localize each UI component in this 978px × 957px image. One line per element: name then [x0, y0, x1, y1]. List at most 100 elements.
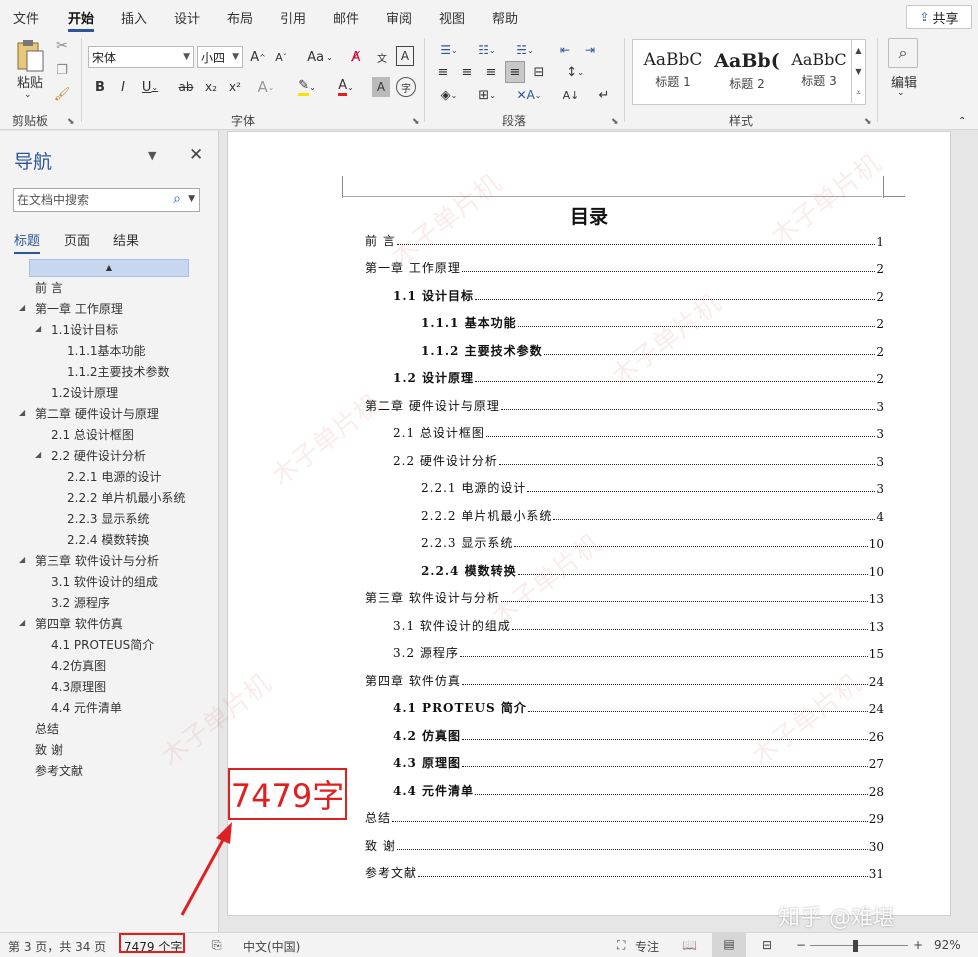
tab-review[interactable]: 审阅: [386, 8, 412, 27]
nav-heading-item[interactable]: 2.2.2 单片机最小系统: [67, 489, 185, 506]
styles-scroll-up-icon[interactable]: ▲: [851, 40, 865, 61]
toc-entry[interactable]: 1.1 设计目标 2: [393, 286, 884, 304]
proofing-icon[interactable]: ⎘: [212, 938, 222, 953]
decrease-indent-icon[interactable]: ⇤: [555, 40, 575, 60]
toc-entry[interactable]: 2.1 总设计框图 3: [393, 423, 884, 441]
tab-design[interactable]: 设计: [174, 8, 200, 27]
nav-tab-headings[interactable]: 标题: [14, 230, 41, 254]
read-mode-icon[interactable]: 📖: [682, 938, 697, 952]
toc-entry[interactable]: 1.1.1 基本功能 2: [421, 313, 884, 331]
toc-entry[interactable]: 致 谢 30: [365, 836, 884, 854]
language-indicator[interactable]: 中文(中国): [243, 938, 300, 955]
toc-entry[interactable]: 4.2 仿真图 26: [393, 726, 884, 744]
distributed-icon[interactable]: ⊟: [530, 62, 548, 82]
nav-search-box[interactable]: ⌕ ▼: [13, 188, 200, 212]
paste-button[interactable]: 粘贴: [12, 72, 48, 91]
superscript-icon[interactable]: x²: [227, 77, 243, 97]
style-heading-2[interactable]: AaBb( 标题 2: [711, 44, 783, 100]
search-input[interactable]: [14, 189, 154, 211]
nav-heading-item[interactable]: 参考文献: [35, 762, 83, 779]
font-color-icon[interactable]: A ⌄: [333, 77, 359, 97]
nav-heading-item[interactable]: 1.2设计原理: [51, 384, 118, 401]
tab-mailings[interactable]: 邮件: [333, 8, 359, 27]
focus-button[interactable]: 专注: [635, 938, 659, 955]
nav-heading-item[interactable]: 总结: [35, 720, 59, 737]
toc-entry[interactable]: 2.2 硬件设计分析 3: [393, 451, 884, 469]
expand-triangle-icon[interactable]: ◢: [19, 618, 25, 627]
toc-entry[interactable]: 3.1 软件设计的组成 13: [393, 616, 884, 634]
toc-entry[interactable]: 1.1.2 主要技术参数 2: [421, 341, 884, 359]
align-right-icon[interactable]: ≡: [482, 62, 500, 82]
change-case-button[interactable]: Aa ⌄: [302, 46, 338, 68]
grow-font-icon[interactable]: A ^: [248, 46, 268, 68]
align-left-icon[interactable]: ≡: [434, 62, 452, 82]
tab-home[interactable]: 开始: [68, 8, 95, 32]
subscript-icon[interactable]: x₂: [203, 77, 219, 97]
clear-format-icon[interactable]: A̸: [346, 46, 366, 68]
shading-icon[interactable]: ◈ ⌄: [434, 85, 464, 105]
cut-icon[interactable]: ✂: [54, 38, 70, 54]
nav-tab-results[interactable]: 结果: [113, 230, 139, 249]
nav-heading-item[interactable]: 2.2.4 模数转换: [67, 531, 149, 548]
nav-heading-item[interactable]: 致 谢: [35, 741, 63, 758]
enclose-char-icon[interactable]: 字: [396, 77, 416, 97]
nav-heading-item[interactable]: 4.1 PROTEUS简介: [51, 636, 154, 653]
toc-entry[interactable]: 2.2.3 显示系统 10: [421, 533, 884, 551]
style-heading-3[interactable]: AaBbC 标题 3: [783, 44, 855, 100]
toc-entry[interactable]: 2.2.2 单片机最小系统 4: [421, 506, 884, 524]
expand-triangle-icon[interactable]: ◢: [35, 324, 41, 333]
toc-entry[interactable]: 第三章 软件设计与分析 13: [365, 588, 884, 606]
toc-entry[interactable]: 1.2 设计原理 2: [393, 368, 884, 386]
paste-icon[interactable]: [12, 38, 48, 74]
multilevel-list-icon[interactable]: ☵ ⌄: [510, 40, 540, 60]
nav-heading-item[interactable]: 3.2 源程序: [51, 594, 110, 611]
tab-references[interactable]: 引用: [280, 8, 306, 27]
tab-layout[interactable]: 布局: [227, 8, 253, 27]
text-effects-icon[interactable]: A ⌄: [254, 77, 278, 97]
zoom-out-button[interactable]: −: [796, 938, 806, 952]
font-launcher-icon[interactable]: ⬊: [412, 117, 420, 127]
tab-insert[interactable]: 插入: [121, 8, 147, 27]
nav-heading-item[interactable]: 4.4 元件清单: [51, 699, 122, 716]
char-border-icon[interactable]: A: [396, 46, 414, 66]
toc-entry[interactable]: 第四章 软件仿真 24: [365, 671, 884, 689]
increase-indent-icon[interactable]: ⇥: [580, 40, 600, 60]
chevron-down-icon[interactable]: ⌄: [897, 88, 905, 98]
clipboard-launcher-icon[interactable]: ⬊: [67, 117, 75, 127]
highlight-icon[interactable]: ✎ ⌄: [294, 77, 320, 97]
styles-more-icon[interactable]: ⩡: [851, 82, 865, 103]
strikethrough-icon[interactable]: ab: [176, 77, 196, 97]
style-heading-1[interactable]: AaBbC 标题 1: [637, 44, 709, 100]
nav-heading-item[interactable]: 第三章 软件设计与分析: [35, 552, 159, 569]
nav-heading-item[interactable]: 第四章 软件仿真: [35, 615, 123, 632]
paste-dropdown-icon[interactable]: ⌄: [24, 90, 32, 100]
nav-heading-item[interactable]: 1.1设计目标: [51, 321, 118, 338]
show-marks-icon[interactable]: ↵: [594, 85, 614, 105]
nav-heading-item[interactable]: 2.1 总设计框图: [51, 426, 134, 443]
styles-scroll-down-icon[interactable]: ▼: [851, 61, 865, 82]
toc-entry[interactable]: 第一章 工作原理 2: [365, 258, 884, 276]
toc-entry[interactable]: 4.1 PROTEUS 简介 24: [393, 698, 884, 716]
search-icon[interactable]: ⌕: [173, 191, 181, 207]
toc-entry[interactable]: 2.2.4 模数转换 10: [421, 561, 884, 579]
search-icon[interactable]: ⌕: [888, 38, 918, 68]
nav-heading-item[interactable]: 1.1.1基本功能: [67, 342, 146, 359]
shrink-font-icon[interactable]: Aˇ: [271, 46, 291, 68]
zoom-slider[interactable]: [810, 945, 908, 946]
toc-entry[interactable]: 第二章 硬件设计与原理 3: [365, 396, 884, 414]
share-button[interactable]: ⇪ 共享: [906, 5, 972, 29]
tab-file[interactable]: 文件: [13, 8, 39, 27]
format-painter-icon[interactable]: 🖌: [54, 86, 71, 102]
copy-icon[interactable]: ❐: [54, 62, 70, 78]
tab-view[interactable]: 视图: [439, 8, 465, 27]
chevron-down-icon[interactable]: ▼: [188, 194, 195, 204]
nav-options-icon[interactable]: ▼: [148, 149, 156, 162]
expand-triangle-icon[interactable]: ◢: [19, 555, 25, 564]
expand-triangle-icon[interactable]: ◢: [19, 303, 25, 312]
page-indicator[interactable]: 第 3 页，共 34 页: [8, 938, 106, 955]
tab-help[interactable]: 帮助: [492, 8, 518, 27]
nav-heading-item[interactable]: 2.2 硬件设计分析: [51, 447, 146, 464]
zoom-level[interactable]: 92%: [934, 938, 961, 952]
expand-triangle-icon[interactable]: ◢: [35, 450, 41, 459]
nav-heading-item[interactable]: 1.1.2主要技术参数: [67, 363, 170, 380]
